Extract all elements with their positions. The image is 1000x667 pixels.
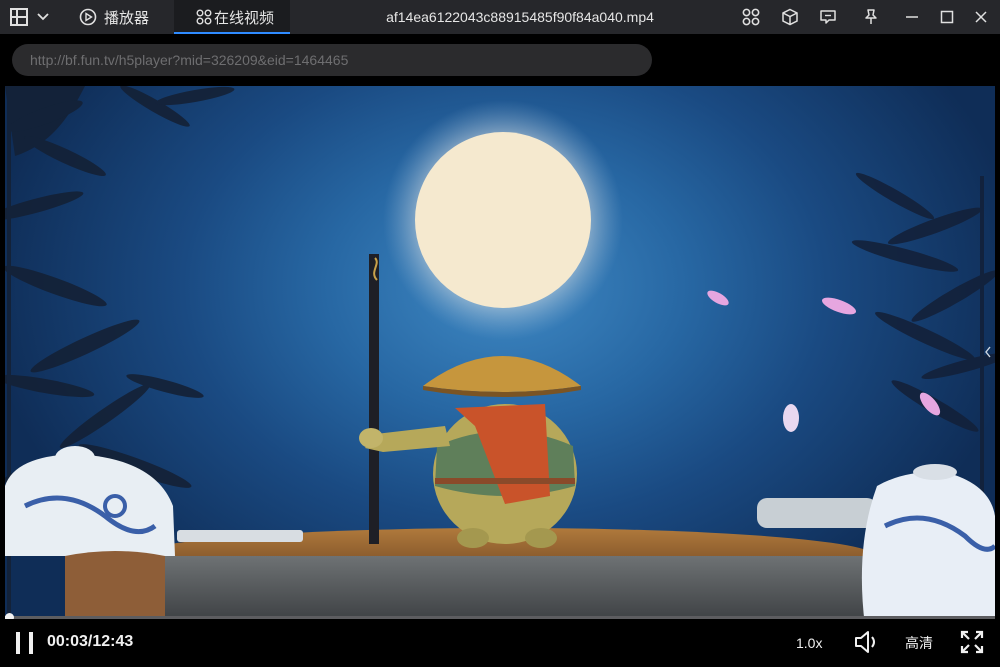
volume-icon xyxy=(855,631,875,653)
time-display: 00:03/12:43 xyxy=(47,633,134,650)
tab-player[interactable]: 播放器 xyxy=(72,0,174,34)
close-button[interactable] xyxy=(968,0,994,34)
apps-button[interactable] xyxy=(738,0,764,34)
pin-button[interactable] xyxy=(858,0,884,34)
side-panel-toggle[interactable] xyxy=(983,344,993,360)
3d-button[interactable] xyxy=(777,0,803,34)
close-icon xyxy=(975,11,987,23)
layout-menu-button[interactable] xyxy=(6,0,52,34)
video-scene xyxy=(5,86,995,626)
minimize-icon xyxy=(906,16,918,18)
tab-online-video[interactable]: 在线视频 xyxy=(174,0,290,34)
minimize-button[interactable] xyxy=(899,0,925,34)
cube-icon xyxy=(782,8,798,26)
maximize-button[interactable] xyxy=(934,0,960,34)
fullscreen-button[interactable] xyxy=(960,630,984,654)
volume-button[interactable] xyxy=(853,629,881,655)
pause-icon xyxy=(16,632,33,654)
title-bar: 播放器 在线视频 af14ea6122043c88915485f90f84a04… xyxy=(0,0,1000,34)
moon xyxy=(415,132,591,308)
feedback-button[interactable] xyxy=(815,0,841,34)
pause-button[interactable] xyxy=(14,631,36,655)
quality-button[interactable]: 高清 xyxy=(905,633,933,653)
url-input[interactable]: http://bf.fun.tv/h5player?mid=326209&eid… xyxy=(12,44,652,76)
pin-icon xyxy=(865,9,877,24)
layout-icon xyxy=(10,8,49,26)
window-title: af14ea6122043c88915485f90f84a040.mp4 xyxy=(386,9,654,25)
speed-button[interactable]: 1.0x xyxy=(796,633,822,653)
grid-icon xyxy=(196,9,212,25)
video-frame[interactable] xyxy=(5,86,995,626)
player-controls: 00:03/12:43 1.0x 高清 xyxy=(0,619,1000,667)
tab-online-video-label: 在线视频 xyxy=(214,9,275,27)
chat-icon xyxy=(820,10,836,24)
play-circle-icon xyxy=(79,8,97,26)
character xyxy=(359,356,581,548)
fullscreen-icon xyxy=(960,630,984,654)
tab-player-label: 播放器 xyxy=(104,9,150,27)
staff xyxy=(369,254,379,544)
grid-icon xyxy=(742,8,760,26)
plate xyxy=(177,530,303,542)
chevron-left-icon xyxy=(985,346,991,358)
maximize-icon xyxy=(940,10,954,24)
address-bar-row: http://bf.fun.tv/h5player?mid=326209&eid… xyxy=(0,34,1000,86)
